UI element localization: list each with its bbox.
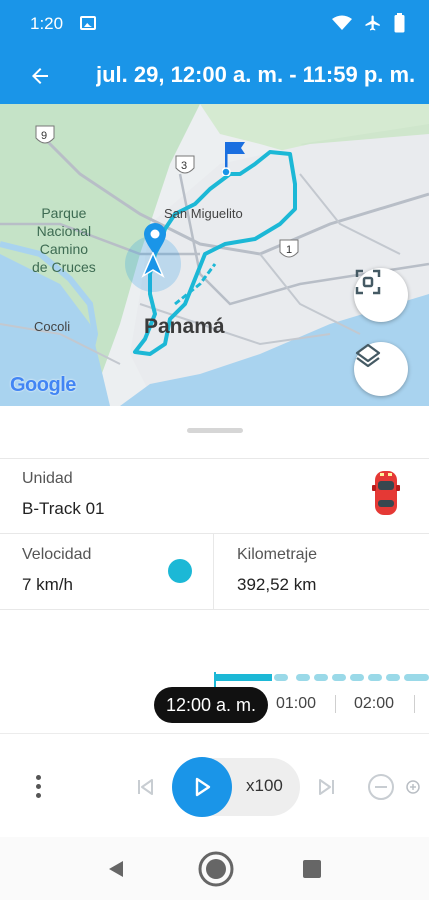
timeline-segment bbox=[332, 674, 346, 681]
more-options-button[interactable] bbox=[25, 768, 51, 804]
map-label-park: Parque Nacional Camino de Cruces bbox=[32, 205, 96, 275]
square-recents-icon bbox=[303, 860, 321, 878]
status-icons bbox=[332, 13, 405, 33]
status-bar: 1:20 bbox=[0, 0, 429, 48]
focus-frame-icon bbox=[355, 269, 381, 295]
triangle-back-icon bbox=[109, 861, 123, 877]
fit-bounds-button[interactable] bbox=[354, 268, 408, 322]
timeline-tick bbox=[335, 695, 336, 713]
zoom-in-icon bbox=[406, 780, 420, 794]
map-label-cocoli: Cocoli bbox=[34, 319, 71, 334]
timeline-tick-label: 01:00 bbox=[276, 695, 317, 712]
unit-value: B-Track 01 bbox=[22, 499, 105, 518]
route-3-label: 3 bbox=[181, 160, 188, 172]
timeline-tick bbox=[414, 695, 415, 713]
timeline-tick-label: 02:00 bbox=[354, 695, 395, 712]
timeline-segment bbox=[404, 674, 429, 681]
route-9-label: 9 bbox=[41, 130, 48, 142]
map-label-panama: Panamá bbox=[144, 315, 225, 338]
playback-speed-button[interactable]: x100 bbox=[246, 776, 283, 796]
map-view[interactable]: 9 3 1 Parque Nacional Camino de Cruces S… bbox=[0, 104, 429, 406]
image-icon bbox=[80, 16, 96, 30]
arrow-left-icon bbox=[32, 68, 48, 84]
timeline-segment bbox=[350, 674, 364, 681]
speed-status-dot bbox=[168, 559, 192, 583]
app-bar: jul. 29, 12:00 a. m. - 11:59 p. m. bbox=[0, 48, 429, 104]
back-button[interactable] bbox=[20, 56, 60, 96]
layers-button[interactable] bbox=[354, 342, 408, 396]
nav-home-button[interactable] bbox=[196, 849, 236, 889]
unit-row: Unidad B-Track 01 bbox=[0, 458, 429, 534]
system-navigation-bar bbox=[0, 837, 429, 900]
flag-icon bbox=[222, 142, 245, 176]
unit-label: Unidad bbox=[22, 470, 73, 487]
route-1-label: 1 bbox=[286, 244, 293, 256]
speed-odometer-row: Velocidad 7 km/h Kilometraje 392,52 km bbox=[0, 534, 429, 610]
home-circle-icon bbox=[198, 851, 234, 887]
car-icon bbox=[372, 471, 400, 515]
skip-previous-button[interactable] bbox=[132, 774, 158, 800]
play-button[interactable] bbox=[172, 757, 232, 817]
skip-next-icon bbox=[319, 779, 334, 795]
google-attribution: Google bbox=[10, 374, 76, 397]
map-label-san-miguelito: San Miguelito bbox=[164, 206, 243, 221]
wifi-icon bbox=[332, 15, 352, 30]
timeline-progress bbox=[214, 674, 272, 681]
odometer-value: 392,52 km bbox=[237, 575, 317, 594]
timeline-segment bbox=[296, 674, 310, 681]
layers-icon bbox=[355, 343, 381, 368]
zoom-out-icon bbox=[368, 774, 394, 800]
timeline-segment bbox=[314, 674, 328, 681]
battery-icon bbox=[394, 13, 405, 33]
sheet-drag-handle[interactable] bbox=[187, 428, 243, 433]
status-time: 1:20 bbox=[30, 14, 64, 33]
playback-controls: x100 bbox=[0, 733, 429, 837]
play-icon bbox=[195, 777, 211, 797]
zoom-in-button[interactable] bbox=[404, 778, 422, 796]
airplane-icon bbox=[365, 15, 380, 31]
odometer-label: Kilometraje bbox=[237, 546, 318, 563]
nav-recents-button[interactable] bbox=[296, 853, 328, 885]
more-vertical-icon bbox=[35, 774, 41, 780]
current-time-indicator: 12:00 a. m. bbox=[154, 687, 269, 723]
timeline-segment bbox=[368, 674, 382, 681]
google-logo-text: Google bbox=[10, 374, 76, 396]
timeline-segment bbox=[386, 674, 400, 681]
skip-next-button[interactable] bbox=[314, 774, 340, 800]
skip-previous-icon bbox=[138, 779, 153, 795]
zoom-out-button[interactable] bbox=[366, 772, 396, 802]
vertical-divider bbox=[213, 534, 214, 610]
location-pin-icon bbox=[144, 223, 166, 255]
timeline-segment bbox=[274, 674, 288, 681]
speed-value: 7 km/h bbox=[22, 575, 74, 594]
vehicle-arrow-icon bbox=[141, 252, 165, 278]
nav-back-button[interactable] bbox=[100, 853, 132, 885]
page-title: jul. 29, 12:00 a. m. - 11:59 p. m. bbox=[96, 62, 416, 87]
speed-label: Velocidad bbox=[22, 546, 92, 563]
